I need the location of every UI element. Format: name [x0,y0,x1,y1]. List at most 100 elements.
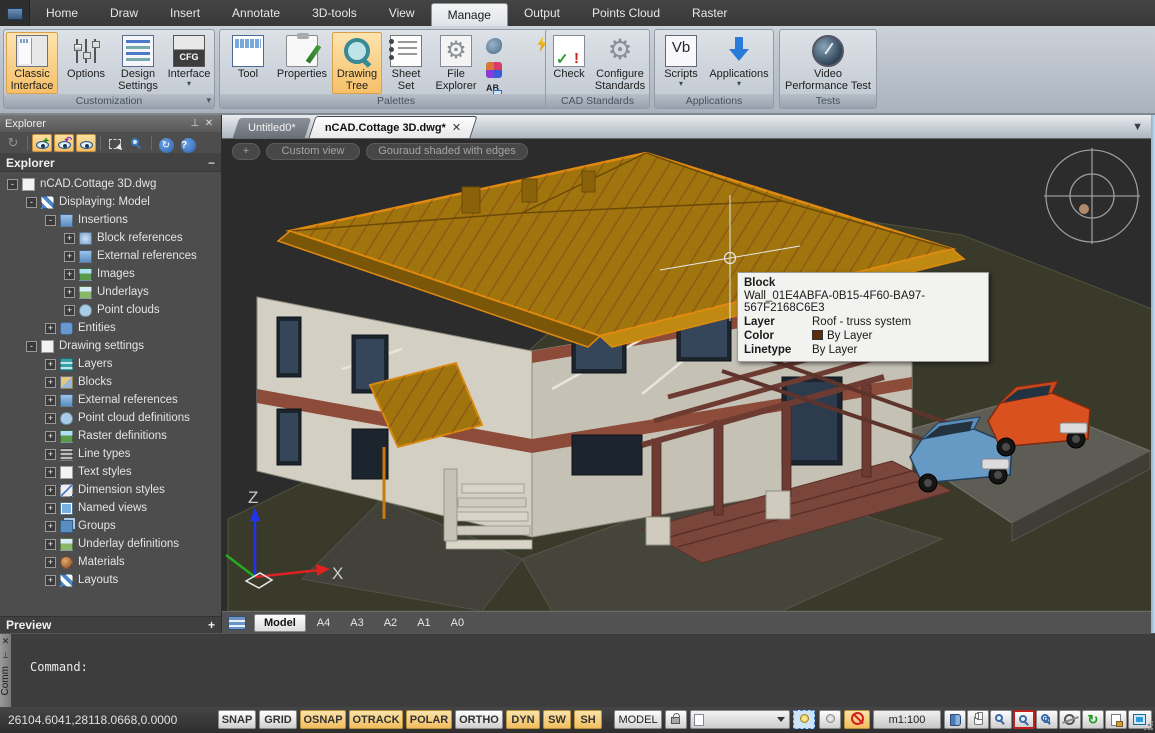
expand-toggle[interactable]: + [64,287,75,298]
view-preset-button[interactable]: Custom view [266,143,360,160]
tree-item-layouts[interactable]: +Layouts [0,571,221,589]
sw-toggle[interactable]: SW [543,710,571,729]
tree-item-entities[interactable]: +Entities [0,319,221,337]
document-tab-untitled[interactable]: Untitled0* [233,118,311,138]
pin-icon[interactable]: ⊥ [188,118,202,129]
menu-view[interactable]: View [373,0,431,26]
viewport-lock-button[interactable] [1105,710,1127,729]
layout-tab-a1[interactable]: A1 [408,615,439,631]
tree-item-external-references-2[interactable]: +External references [0,391,221,409]
menu-output[interactable]: Output [508,0,576,26]
app-menu-button[interactable] [0,0,30,26]
regen-icon[interactable]: ↻ [3,134,23,152]
properties-button[interactable]: Properties [274,32,330,94]
layer-combo[interactable] [690,710,790,729]
tree-item-insertions[interactable]: -Insertions [0,211,221,229]
pin-icon[interactable]: ⊥ [2,651,9,660]
expand-toggle[interactable]: - [26,341,37,352]
close-icon[interactable]: ✕ [202,118,216,129]
help-icon[interactable] [178,134,198,152]
regen-button[interactable]: ↻ [1082,710,1104,729]
interface-button[interactable]: CFG Interface ▾ [164,32,214,94]
design-settings-button[interactable]: Design Settings [112,32,164,94]
zoom-button[interactable] [990,710,1012,729]
layout-tab-a3[interactable]: A3 [341,615,372,631]
tree-item-underlays[interactable]: +Underlays [0,283,221,301]
menu-home[interactable]: Home [30,0,94,26]
tree-item-blocks[interactable]: +Blocks [0,373,221,391]
layout-list-icon[interactable] [228,616,246,630]
tree-item-drawing[interactable]: -nCAD.Cottage 3D.dwg [0,175,221,193]
menu-annotate[interactable]: Annotate [216,0,296,26]
menu-points-cloud[interactable]: Points Cloud [576,0,676,26]
expand-toggle[interactable]: + [64,233,75,244]
viewport[interactable]: Z X + Custom view Gouraud shaded with ed… [222,139,1155,611]
otrack-toggle[interactable]: OTRACK [349,710,403,729]
tree-item-underlay-definitions[interactable]: +Underlay definitions [0,535,221,553]
layout-tab-a2[interactable]: A2 [375,615,406,631]
dyn-toggle[interactable]: DYN [506,710,540,729]
expand-toggle[interactable]: + [64,251,75,262]
expand-toggle[interactable]: + [45,377,56,388]
tree-item-text-styles[interactable]: +Text styles [0,463,221,481]
close-icon[interactable]: ✕ [2,636,10,647]
scripts-button[interactable]: Vb Scripts ▾ [658,32,704,94]
tree-item-groups[interactable]: +Groups [0,517,221,535]
show-eye-icon[interactable] [76,134,96,152]
orbit-button[interactable] [1059,710,1081,729]
expand-toggle[interactable]: + [45,395,56,406]
tree-item-dimension-styles[interactable]: +Dimension styles [0,481,221,499]
file-explorer-button[interactable]: ⚙ File Explorer [430,32,482,94]
expand-toggle[interactable]: + [45,557,56,568]
tree-item-layers[interactable]: +Layers [0,355,221,373]
check-button[interactable]: ✓! Check [548,32,590,94]
expand-toggle[interactable]: + [45,575,56,586]
command-window-tab[interactable]: ✕ ⊥ Comm [0,634,11,707]
expand-toggle[interactable]: + [45,413,56,424]
close-icon[interactable]: ✕ [452,121,461,134]
video-performance-test-button[interactable]: Video Performance Test [782,32,874,94]
menu-draw[interactable]: Draw [94,0,154,26]
show-restore-eye-icon[interactable] [54,134,74,152]
inspect-magnifier-icon[interactable] [127,134,147,152]
expand-toggle[interactable]: + [45,359,56,370]
layout-tab-a4[interactable]: A4 [308,615,339,631]
add-icon[interactable]: + [208,618,215,632]
expand-toggle[interactable]: + [45,449,56,460]
lighting-select-button[interactable] [793,710,815,729]
expand-toggle[interactable]: + [64,269,75,280]
expand-toggle[interactable]: - [26,197,37,208]
3d-scene[interactable]: Z X [222,139,1155,611]
tree-item-materials[interactable]: +Materials [0,553,221,571]
expand-toggle[interactable]: + [64,305,75,316]
lighting-button[interactable] [819,710,841,729]
select-objects-icon[interactable] [105,134,125,152]
options-button[interactable]: Options [60,32,112,94]
menu-3d-tools[interactable]: 3D-tools [296,0,373,26]
viewport-plus-button[interactable]: + [232,143,260,160]
tab-list-dropdown-icon[interactable]: ▼ [1132,121,1143,133]
document-tab-cottage[interactable]: nCAD.Cottage 3D.dwg*✕ [308,116,477,138]
expand-toggle[interactable]: + [45,503,56,514]
drawing-tree-button[interactable]: Drawing Tree [332,32,382,94]
pinwheel-icon[interactable] [486,62,502,78]
compass-widget[interactable] [1044,148,1140,244]
tree-item-drawing-settings[interactable]: -Drawing settings [0,337,221,355]
configure-standards-button[interactable]: ⚙ Configure Standards [592,32,648,94]
resize-grip[interactable] [1143,721,1153,731]
tree-item-block-references[interactable]: +Block references [0,229,221,247]
tree-item-external-references[interactable]: +External references [0,247,221,265]
menu-manage[interactable]: Manage [431,3,508,26]
tree-item-raster-definitions[interactable]: +Raster definitions [0,427,221,445]
show-add-eye-icon[interactable] [32,134,52,152]
expand-toggle[interactable]: + [45,539,56,550]
no-fly-button[interactable] [844,710,870,729]
menu-raster[interactable]: Raster [676,0,743,26]
tree-item-point-cloud-definitions[interactable]: +Point cloud definitions [0,409,221,427]
tree-item-named-views[interactable]: +Named views [0,499,221,517]
brush-icon[interactable] [486,38,502,54]
snap-toggle[interactable]: SNAP [218,710,256,729]
classic-interface-button[interactable]: Classic Interface [6,32,58,94]
expand-toggle[interactable]: - [45,215,56,226]
refresh-icon[interactable] [156,134,176,152]
